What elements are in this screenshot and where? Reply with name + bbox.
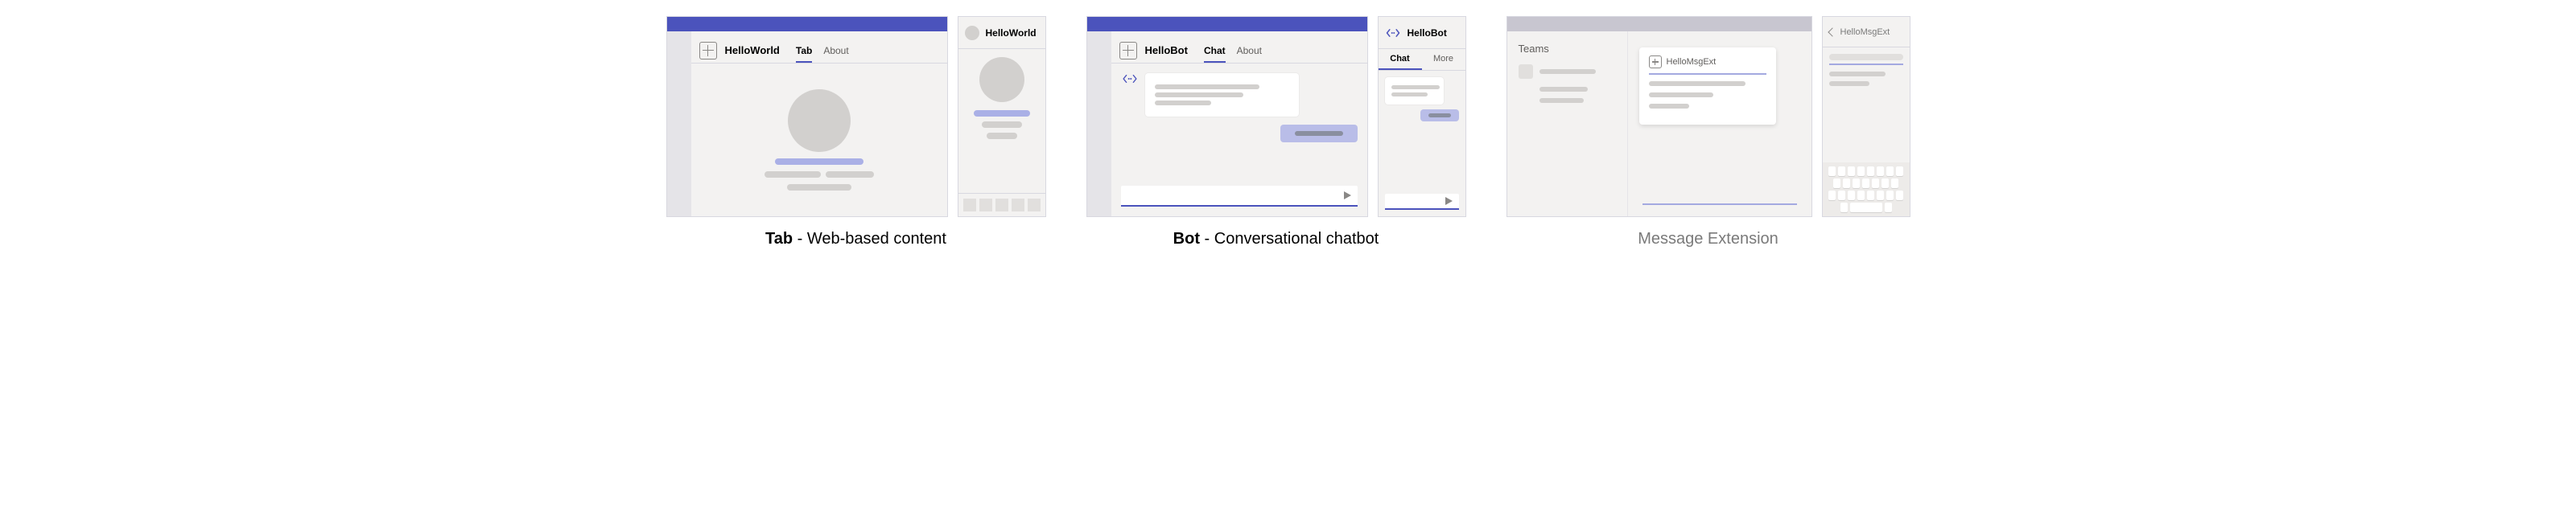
avatar-placeholder xyxy=(788,89,851,152)
card-title: HelloMsgExt xyxy=(1667,57,1717,67)
nav-item[interactable] xyxy=(1028,199,1041,211)
tab-desktop-window: HelloWorld Tab About xyxy=(666,16,948,217)
caption-bot: Bot - Conversational chatbot xyxy=(1173,230,1379,248)
placeholder-line xyxy=(1539,69,1596,74)
group-mex: Teams HelloMsgExt xyxy=(1506,16,1910,248)
tab-header: HelloWorld Tab About xyxy=(691,31,947,64)
group-bot: HelloBot Chat About xyxy=(1086,16,1466,248)
placeholder-line xyxy=(1539,98,1584,103)
app-rail[interactable] xyxy=(667,31,691,216)
avatar-placeholder xyxy=(979,57,1024,102)
tab-mobile-window: HelloWorld xyxy=(958,16,1046,217)
send-icon[interactable] xyxy=(1445,197,1453,205)
keyboard[interactable] xyxy=(1823,162,1910,216)
app-icon xyxy=(1649,55,1662,68)
placeholder-line xyxy=(1539,87,1588,92)
mobile-header: HelloWorld xyxy=(958,17,1045,49)
app-icon xyxy=(699,42,717,59)
mobile-title: HelloBot xyxy=(1408,27,1447,39)
mobile-tab-more[interactable]: More xyxy=(1422,49,1465,70)
group-tab: HelloWorld Tab About xyxy=(666,16,1046,248)
bot-desktop-window: HelloBot Chat About xyxy=(1086,16,1368,217)
bot-mobile-window: HelloBot Chat More xyxy=(1378,16,1466,217)
tab-about[interactable]: About xyxy=(823,45,848,63)
sidebar-item[interactable] xyxy=(1519,64,1616,79)
caption-tab: Tab - Web-based content xyxy=(765,230,946,248)
underline xyxy=(1829,64,1903,65)
mobile-title: HelloMsgExt xyxy=(1840,27,1890,37)
extension-card[interactable]: HelloMsgExt xyxy=(1639,47,1776,125)
titlebar xyxy=(667,17,947,31)
tab-body xyxy=(691,64,947,216)
app-rail[interactable] xyxy=(1087,31,1111,216)
app-title: HelloWorld xyxy=(725,44,780,56)
tab-about[interactable]: About xyxy=(1237,45,1262,63)
nav-item[interactable] xyxy=(963,199,976,211)
titlebar xyxy=(1507,17,1811,31)
nav-item[interactable] xyxy=(995,199,1008,211)
tab-chat[interactable]: Chat xyxy=(1204,45,1226,63)
placeholder-line xyxy=(826,171,874,178)
titlebar xyxy=(1087,17,1367,31)
avatar-icon xyxy=(965,26,979,40)
search-input[interactable] xyxy=(1829,54,1903,60)
tab-tab[interactable]: Tab xyxy=(796,45,812,63)
back-icon[interactable] xyxy=(1828,27,1836,36)
placeholder-line xyxy=(982,121,1022,128)
placeholder-line xyxy=(987,133,1017,139)
bot-icon xyxy=(1121,73,1139,84)
placeholder-line xyxy=(1829,81,1869,86)
caption-mex: Message Extension xyxy=(1638,230,1778,248)
mobile-title: HelloWorld xyxy=(986,27,1037,39)
team-avatar-icon xyxy=(1519,64,1533,79)
placeholder-line xyxy=(787,184,851,191)
sidebar-title: Teams xyxy=(1519,43,1616,55)
compose-box[interactable] xyxy=(1385,194,1459,210)
placeholder-line xyxy=(974,110,1030,117)
app-title: HelloBot xyxy=(1145,44,1188,56)
mobile-header: HelloBot xyxy=(1379,17,1465,49)
nav-item[interactable] xyxy=(1012,199,1024,211)
placeholder-line xyxy=(765,171,821,178)
mex-desktop-window: Teams HelloMsgExt xyxy=(1506,16,1812,217)
bot-message xyxy=(1385,77,1445,105)
placeholder-line xyxy=(1829,72,1886,76)
app-icon xyxy=(1119,42,1137,59)
bot-message xyxy=(1145,73,1299,117)
placeholder-line xyxy=(775,158,863,165)
mex-mobile-window: HelloMsgExt xyxy=(1822,16,1910,217)
mobile-tab-chat[interactable]: Chat xyxy=(1379,49,1422,70)
compose-box[interactable] xyxy=(1642,202,1797,205)
bot-icon xyxy=(1385,27,1401,39)
bottom-nav[interactable] xyxy=(958,193,1045,216)
chat-pane: HelloMsgExt xyxy=(1628,31,1811,216)
user-message xyxy=(1420,109,1459,121)
send-icon[interactable] xyxy=(1344,191,1351,199)
compose-box[interactable] xyxy=(1121,186,1358,207)
nav-item[interactable] xyxy=(979,199,992,211)
teams-sidebar: Teams xyxy=(1507,31,1628,216)
user-message xyxy=(1280,125,1358,142)
bot-header: HelloBot Chat About xyxy=(1111,31,1367,64)
mobile-header: HelloMsgExt xyxy=(1823,17,1910,47)
